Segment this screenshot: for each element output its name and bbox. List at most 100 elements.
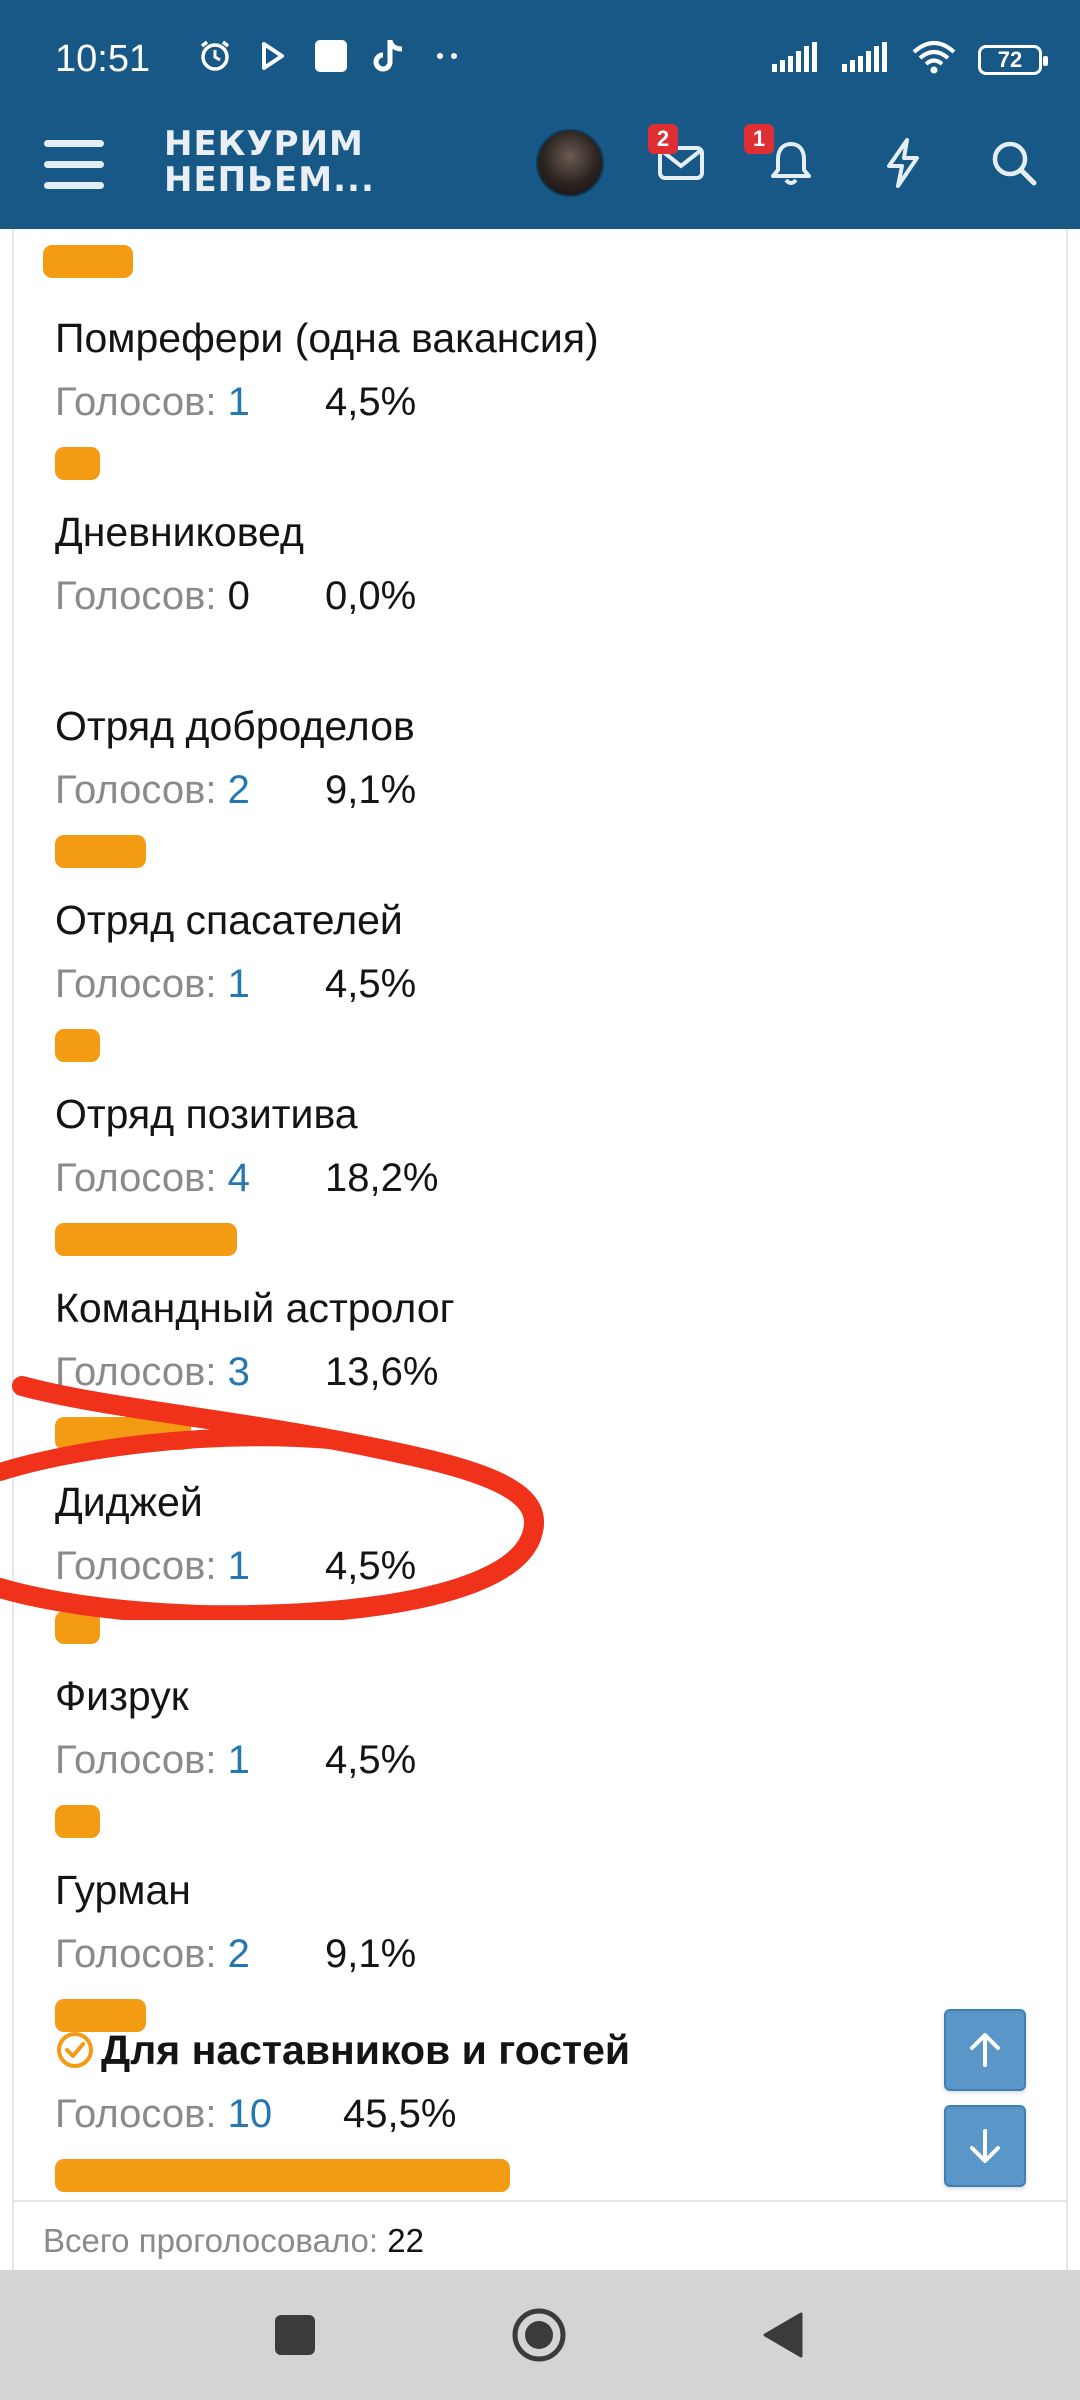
menu-icon <box>44 140 104 147</box>
poll-option-votes: Голосов: 2 9,1% <box>55 1929 416 1979</box>
poll-option-name: Отряд позитива <box>55 1089 1015 1139</box>
vote-label: Голосов: <box>55 2092 217 2136</box>
search-icon <box>992 141 1037 186</box>
poll-option-bar <box>55 1611 100 1644</box>
vote-count[interactable]: 1 <box>228 1544 250 1588</box>
status-icons-left <box>195 36 467 76</box>
poll-option-votes: Голосов: 1 4,5% <box>55 1541 416 1591</box>
app-header: НЕКУРИМ НЕПЬЕМ... 2 1 <box>0 110 1080 229</box>
status-time: 10:51 <box>55 38 151 80</box>
total-voters: Всего проголосовало: 22 <box>43 2222 424 2260</box>
poll-option: Гурман Голосов: 2 9,1% <box>55 1865 1015 2032</box>
alarm-icon <box>195 36 235 76</box>
alerts-button[interactable]: 1 <box>744 124 820 192</box>
back-triangle-icon <box>763 2312 803 2358</box>
poll-option-votes: Голосов: 1 4,5% <box>55 959 416 1009</box>
menu-icon-line <box>44 161 104 168</box>
poll-option-bar <box>55 1417 191 1450</box>
vote-count[interactable]: 10 <box>228 2092 273 2136</box>
square-icon <box>275 2315 315 2355</box>
search-button[interactable] <box>985 134 1043 192</box>
poll-option-name: Отряд доброделов <box>55 701 1015 751</box>
poll-option-votes: Голосов: 3 13,6% <box>55 1347 438 1397</box>
poll-option-name: Отряд спасателей <box>55 895 1015 945</box>
messages-badge: 2 <box>648 124 678 154</box>
poll-option-name: Дневниковед <box>55 507 1015 557</box>
poll-option: Диджей Голосов: 1 4,5% <box>55 1477 1015 1644</box>
poll-option-name: Гурман <box>55 1865 1015 1915</box>
vote-label: Голосов: <box>55 1156 217 1200</box>
vote-count[interactable]: 1 <box>228 380 250 424</box>
whats-new-button[interactable] <box>874 134 932 192</box>
poll-option-label: Отряд позитива <box>55 1091 358 1137</box>
poll-option-bar <box>55 447 100 480</box>
poll-option-label: Отряд доброделов <box>55 703 415 749</box>
vote-count[interactable]: 2 <box>228 1932 250 1976</box>
vote-label: Голосов: <box>55 574 217 618</box>
vote-count[interactable]: 4 <box>228 1156 250 1200</box>
poll-option: Дневниковед Голосов: 0 0,0% <box>55 507 1015 618</box>
vote-count: 0 <box>227 574 250 618</box>
poll-option-label: Отряд спасателей <box>55 897 403 943</box>
vote-label: Голосов: <box>55 1932 217 1976</box>
back-button[interactable] <box>752 2304 814 2366</box>
poll-option-votes: Голосов: 10 45,5% <box>55 2089 456 2139</box>
poll-results: Помрефери (одна вакансия) Голосов: 1 4,5% Д… <box>12 229 1068 2270</box>
vote-count[interactable]: 2 <box>228 768 250 812</box>
total-value: 22 <box>387 2222 424 2259</box>
poll-bar-partial <box>43 245 133 278</box>
vote-label: Голосов: <box>55 380 217 424</box>
home-circle-icon <box>512 2308 566 2362</box>
messages-button[interactable]: 2 <box>648 124 710 192</box>
recent-apps-button[interactable] <box>264 2304 326 2366</box>
square-notification-icon <box>311 36 351 76</box>
arrow-up-icon <box>970 2033 1000 2067</box>
vote-percent: 18,2% <box>325 1156 439 1200</box>
vote-label: Голосов: <box>55 962 217 1006</box>
poll-option-bar <box>55 2159 510 2192</box>
vote-percent: 45,5% <box>343 2092 457 2136</box>
scroll-down-button[interactable] <box>944 2105 1026 2187</box>
vote-count[interactable]: 1 <box>228 962 250 1006</box>
bell-icon <box>771 142 811 185</box>
vote-percent: 9,1% <box>325 768 417 812</box>
avatar[interactable] <box>536 129 604 197</box>
vote-percent: 9,1% <box>325 1932 417 1976</box>
poll-option-votes: Голосов: 4 18,2% <box>55 1153 438 1203</box>
play-icon <box>253 36 293 76</box>
total-label: Всего проголосовало: <box>43 2222 379 2259</box>
poll-option: Командный астролог Голосов: 3 13,6% <box>55 1283 1015 1450</box>
battery-icon: 72 <box>978 44 1048 75</box>
poll-option-label: Командный астролог <box>55 1285 455 1331</box>
menu-button[interactable] <box>42 132 108 196</box>
vote-count[interactable]: 1 <box>228 1738 250 1782</box>
vote-label: Голосов: <box>55 768 217 812</box>
vote-percent: 13,6% <box>325 1350 439 1394</box>
top-bar: 10:51 72 НЕКУРИМ НЕПЬЕМ... 2 1 <box>0 0 1080 229</box>
vote-percent: 4,5% <box>325 962 417 1006</box>
poll-option: Отряд позитива Голосов: 4 18,2% <box>55 1089 1015 1256</box>
lightning-icon <box>887 138 919 188</box>
poll-option: Отряд доброделов Голосов: 2 9,1% <box>55 701 1015 868</box>
vote-percent: 4,5% <box>325 1544 417 1588</box>
home-button[interactable] <box>508 2304 570 2366</box>
poll-option: Для наставников и гостей Голосов: 10 45,5% <box>55 2025 1015 2192</box>
poll-option-votes: Голосов: 0 0,0% <box>55 571 416 621</box>
signal-icon <box>842 42 890 77</box>
poll-option-name: Командный астролог <box>55 1283 1015 1333</box>
poll-option-label: Диджей <box>55 1479 203 1525</box>
wifi-icon <box>912 40 956 79</box>
poll-option-votes: Голосов: 1 4,5% <box>55 377 416 427</box>
scroll-up-button[interactable] <box>944 2009 1026 2091</box>
poll-option-label: Для наставников и гостей <box>101 2027 631 2073</box>
status-icons-right: 72 <box>772 40 1048 79</box>
signal-icon <box>772 42 820 77</box>
poll-option-label: Дневниковед <box>55 509 304 555</box>
vote-label: Голосов: <box>55 1350 217 1394</box>
vote-count[interactable]: 3 <box>228 1350 250 1394</box>
logo-line-2: НЕПЬЕМ... <box>164 160 375 200</box>
more-dots-icon <box>427 36 467 76</box>
site-logo[interactable]: НЕКУРИМ НЕПЬЕМ... <box>164 126 375 198</box>
poll-option-name: Для наставников и гостей <box>55 2025 1015 2075</box>
vote-label: Голосов: <box>55 1544 217 1588</box>
